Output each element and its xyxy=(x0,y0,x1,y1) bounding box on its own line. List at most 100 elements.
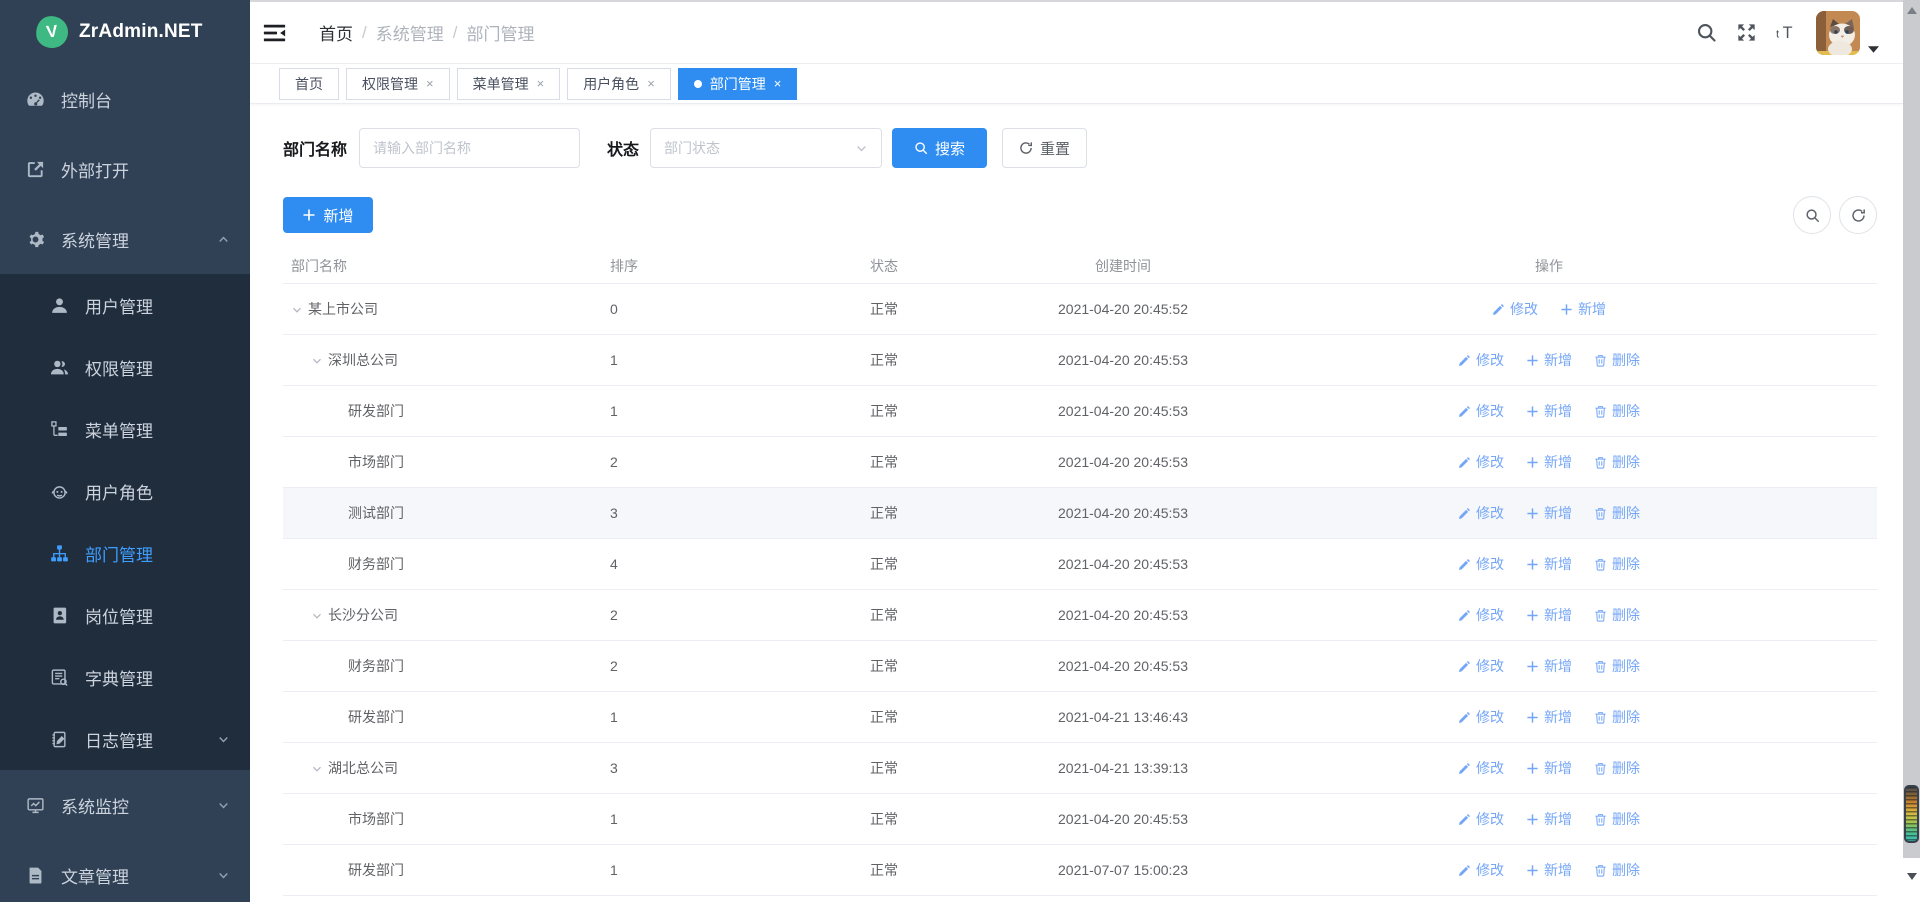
delete-row-button[interactable]: 删除 xyxy=(1594,758,1640,778)
add-row-button[interactable]: 新增 xyxy=(1526,350,1572,370)
add-row-button[interactable]: 新增 xyxy=(1526,707,1572,727)
sidebar-item-monitor[interactable]: 系统监控 xyxy=(0,770,250,840)
add-row-button[interactable]: 新增 xyxy=(1526,554,1572,574)
tab-菜单管理[interactable]: 菜单管理× xyxy=(457,68,561,100)
close-tab-icon[interactable]: × xyxy=(774,77,782,90)
edit-row-button[interactable]: 修改 xyxy=(1458,758,1504,778)
edit-row-button[interactable]: 修改 xyxy=(1458,350,1504,370)
add-row-button[interactable]: 新增 xyxy=(1526,605,1572,625)
add-row-button[interactable]: 新增 xyxy=(1526,452,1572,472)
expand-arrow-icon[interactable] xyxy=(291,303,308,316)
scroll-down-icon[interactable] xyxy=(1907,873,1917,880)
created-time-cell: 2021-04-20 20:45:53 xyxy=(1025,607,1221,623)
expand-arrow-icon[interactable] xyxy=(311,354,328,367)
avatar[interactable] xyxy=(1816,11,1860,55)
dept-name-input[interactable] xyxy=(359,128,580,168)
show-search-toggle-button[interactable] xyxy=(1793,196,1831,234)
add-button[interactable]: 新增 xyxy=(283,197,373,233)
sidebar-item-logs[interactable]: 日志管理 xyxy=(0,708,250,770)
breadcrumb-item[interactable]: 系统管理 xyxy=(376,20,444,45)
edit-pencil-icon xyxy=(1458,558,1471,571)
sidebar-item-roles[interactable]: 用户角色 xyxy=(0,460,250,522)
status-select[interactable]: 部门状态 xyxy=(650,128,882,168)
search-button[interactable]: 搜索 xyxy=(892,128,987,168)
logo-area[interactable]: V ZrAdmin.NET xyxy=(0,0,250,64)
page-scrollbar[interactable] xyxy=(1903,0,1920,902)
article-doc-icon xyxy=(26,866,45,885)
delete-row-button[interactable]: 删除 xyxy=(1594,860,1640,880)
add-row-button[interactable]: 新增 xyxy=(1526,758,1572,778)
add-row-button-label: 新增 xyxy=(1544,401,1572,421)
scrollbar-thumb[interactable] xyxy=(1904,785,1919,843)
breadcrumb-item[interactable]: 首页 xyxy=(319,20,353,45)
sidebar-item-console[interactable]: 控制台 xyxy=(0,64,250,134)
sidebar-item-external[interactable]: 外部打开 xyxy=(0,134,250,204)
edit-row-button[interactable]: 修改 xyxy=(1458,707,1504,727)
collapse-sidebar-icon[interactable] xyxy=(263,23,286,43)
delete-row-button[interactable]: 删除 xyxy=(1594,707,1640,727)
edit-row-button[interactable]: 修改 xyxy=(1458,401,1504,421)
trash-icon xyxy=(1594,456,1607,469)
edit-row-button[interactable]: 修改 xyxy=(1458,503,1504,523)
breadcrumb-item[interactable]: 部门管理 xyxy=(466,20,534,45)
add-row-button[interactable]: 新增 xyxy=(1526,656,1572,676)
delete-row-button[interactable]: 删除 xyxy=(1594,809,1640,829)
sidebar-item-dict[interactable]: 字典管理 xyxy=(0,646,250,708)
created-time-cell: 2021-04-20 20:45:53 xyxy=(1025,454,1221,470)
reset-button[interactable]: 重置 xyxy=(1002,128,1087,168)
chevron-down-icon xyxy=(217,869,230,882)
edit-row-button[interactable]: 修改 xyxy=(1458,809,1504,829)
close-tab-icon[interactable]: × xyxy=(647,77,655,90)
close-tab-icon[interactable]: × xyxy=(426,77,434,90)
fullscreen-icon[interactable] xyxy=(1736,22,1757,43)
tags-view-bar: 首页权限管理×菜单管理×用户角色×部门管理× xyxy=(250,64,1903,104)
edit-row-button-label: 修改 xyxy=(1476,503,1504,523)
add-row-button[interactable]: 新增 xyxy=(1526,809,1572,829)
plus-icon xyxy=(1526,711,1539,724)
trash-icon xyxy=(1594,405,1607,418)
add-row-button[interactable]: 新增 xyxy=(1526,860,1572,880)
edit-row-button[interactable]: 修改 xyxy=(1458,860,1504,880)
edit-row-button[interactable]: 修改 xyxy=(1458,554,1504,574)
font-size-icon[interactable]: tT xyxy=(1776,22,1797,43)
edit-row-button[interactable]: 修改 xyxy=(1492,299,1538,319)
delete-row-button[interactable]: 删除 xyxy=(1594,605,1640,625)
dept-name: 市场部门 xyxy=(348,452,404,472)
delete-row-button[interactable]: 删除 xyxy=(1594,401,1640,421)
edit-row-button[interactable]: 修改 xyxy=(1458,656,1504,676)
tab-部门管理[interactable]: 部门管理× xyxy=(678,68,798,100)
add-row-button[interactable]: 新增 xyxy=(1526,503,1572,523)
scroll-up-icon[interactable] xyxy=(1907,7,1917,14)
tab-首页[interactable]: 首页 xyxy=(279,68,339,100)
trash-icon xyxy=(1594,813,1607,826)
sidebar-item-posts[interactable]: 岗位管理 xyxy=(0,584,250,646)
order-cell: 3 xyxy=(595,760,850,776)
refresh-table-button[interactable] xyxy=(1839,196,1877,234)
delete-row-button[interactable]: 删除 xyxy=(1594,554,1640,574)
tab-用户角色[interactable]: 用户角色× xyxy=(567,68,671,100)
edit-row-button[interactable]: 修改 xyxy=(1458,605,1504,625)
tab-权限管理[interactable]: 权限管理× xyxy=(346,68,450,100)
expand-arrow-icon[interactable] xyxy=(311,762,328,775)
plus-icon xyxy=(1526,609,1539,622)
chevron-down-icon[interactable] xyxy=(1868,40,1879,47)
delete-row-button[interactable]: 删除 xyxy=(1594,656,1640,676)
table-row: 财务部门2正常2021-04-20 20:45:53修改新增删除 xyxy=(283,641,1877,692)
expand-arrow-icon[interactable] xyxy=(311,609,328,622)
close-tab-icon[interactable]: × xyxy=(537,77,545,90)
edit-pencil-icon xyxy=(1458,507,1471,520)
add-row-button[interactable]: 新增 xyxy=(1526,401,1572,421)
add-row-button[interactable]: 新增 xyxy=(1560,299,1606,319)
edit-row-button-label: 修改 xyxy=(1476,758,1504,778)
sidebar-item-depts[interactable]: 部门管理 xyxy=(0,522,250,584)
delete-row-button[interactable]: 删除 xyxy=(1594,452,1640,472)
edit-row-button[interactable]: 修改 xyxy=(1458,452,1504,472)
search-icon[interactable] xyxy=(1696,22,1717,43)
delete-row-button[interactable]: 删除 xyxy=(1594,503,1640,523)
sidebar-item-users[interactable]: 用户管理 xyxy=(0,274,250,336)
delete-row-button[interactable]: 删除 xyxy=(1594,350,1640,370)
sidebar-item-articles[interactable]: 文章管理 xyxy=(0,840,250,902)
sidebar-item-perms[interactable]: 权限管理 xyxy=(0,336,250,398)
sidebar-item-menus[interactable]: 菜单管理 xyxy=(0,398,250,460)
sidebar-item-system[interactable]: 系统管理 xyxy=(0,204,250,274)
